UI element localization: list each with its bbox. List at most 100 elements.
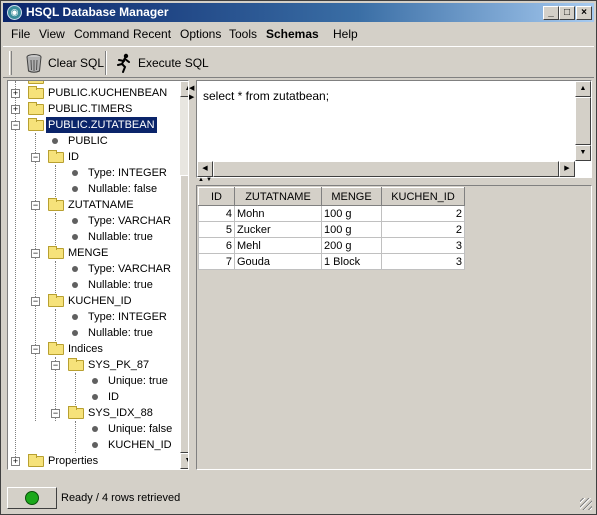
scroll-right-arrow-icon[interactable]: ▶ <box>559 161 575 177</box>
column-header[interactable]: ID <box>198 187 235 206</box>
scroll-down-arrow-icon[interactable]: ▼ <box>575 145 591 161</box>
tree-vertical-scrollbar[interactable]: ▲ ▼ <box>180 81 188 469</box>
tree-row[interactable]: Type: INTEGER <box>8 309 178 325</box>
tree-row[interactable]: Nullable: true <box>8 229 178 245</box>
schema-tree[interactable]: + PUBLIC.KUCHENBEAN + PUBLIC.TIMERS − PU… <box>7 80 189 470</box>
table-cell[interactable]: 2 <box>381 221 465 238</box>
tree-row[interactable]: − SYS_PK_87 <box>8 357 178 373</box>
table-row[interactable]: 7 Gouda 1 Block 3 <box>198 253 465 270</box>
collapse-icon[interactable]: − <box>31 297 40 306</box>
table-cell[interactable]: 7 <box>198 253 235 270</box>
table-cell[interactable]: Mohn <box>234 205 322 222</box>
tree-row[interactable]: − MENGE <box>8 245 178 261</box>
maximize-button[interactable]: □ <box>559 6 575 20</box>
tree-row[interactable]: Type: VARCHAR <box>8 261 178 277</box>
tree-row[interactable]: Nullable: false <box>8 181 178 197</box>
clear-sql-button[interactable]: Clear SQL <box>19 50 110 76</box>
column-header[interactable]: KUCHEN_ID <box>381 187 465 206</box>
collapse-icon[interactable]: − <box>31 201 40 210</box>
leaf-bullet-icon <box>72 330 78 336</box>
tree-row[interactable]: − SYS_IDX_88 <box>8 405 178 421</box>
minimize-button[interactable]: _ <box>543 6 559 20</box>
splitter-arrow-down-icon[interactable]: ▼ <box>206 177 212 183</box>
horizontal-splitter[interactable]: ▲ ▼ <box>196 177 592 185</box>
table-row[interactable]: 5 Zucker 100 g 2 <box>198 221 465 238</box>
tree-row[interactable]: − KUCHEN_ID <box>8 293 178 309</box>
execute-sql-button[interactable]: Execute SQL <box>109 50 215 76</box>
table-cell[interactable]: 6 <box>198 237 235 254</box>
tree-row[interactable]: Unique: false <box>8 421 178 437</box>
table-row[interactable]: 6 Mehl 200 g 3 <box>198 237 465 254</box>
sql-editor[interactable]: select * from zutatbean; ▲ ▼ ◀ ▶ <box>196 80 592 178</box>
table-row[interactable]: 4 Mohn 100 g 2 <box>198 205 465 222</box>
menu-file[interactable]: File <box>11 27 30 41</box>
expand-icon[interactable]: + <box>11 89 20 98</box>
table-cell[interactable]: 100 g <box>321 205 382 222</box>
results-table[interactable]: ID ZUTATNAME MENGE KUCHEN_ID 4 Mohn 100 … <box>198 187 465 270</box>
scroll-thumb[interactable] <box>213 161 559 177</box>
status-indicator-button[interactable] <box>7 487 57 509</box>
tree-row[interactable]: ID <box>8 389 178 405</box>
tree-row[interactable]: − Indices <box>8 341 178 357</box>
table-cell[interactable]: 100 g <box>321 221 382 238</box>
table-cell[interactable]: 3 <box>381 253 465 270</box>
tree-row[interactable]: + PUBLIC.TIMERS <box>8 101 178 117</box>
menu-command[interactable]: Command <box>74 27 129 41</box>
resize-grip-icon[interactable] <box>580 498 592 510</box>
collapse-icon[interactable]: − <box>51 361 60 370</box>
expand-icon[interactable]: + <box>11 105 20 114</box>
vertical-splitter[interactable]: ◀ ▶ <box>189 80 195 470</box>
menu-options[interactable]: Options <box>180 27 221 41</box>
table-cell[interactable]: 2 <box>381 205 465 222</box>
tree-row[interactable]: Nullable: true <box>8 325 178 341</box>
scroll-up-arrow-icon[interactable]: ▲ <box>575 81 591 97</box>
menu-help[interactable]: Help <box>333 27 358 41</box>
scroll-thumb[interactable] <box>180 175 188 453</box>
table-cell[interactable]: 3 <box>381 237 465 254</box>
table-cell[interactable]: 200 g <box>321 237 382 254</box>
column-header[interactable]: ZUTATNAME <box>234 187 322 206</box>
table-cell[interactable]: 4 <box>198 205 235 222</box>
collapse-icon[interactable]: − <box>31 153 40 162</box>
tree-row[interactable]: Nullable: true <box>8 277 178 293</box>
tree-row[interactable]: − ID <box>8 149 178 165</box>
close-button[interactable]: × <box>576 6 592 20</box>
scroll-up-arrow-icon[interactable]: ▲ <box>180 81 188 97</box>
tree-row[interactable]: + PUBLIC.KUCHENBEAN <box>8 85 178 101</box>
table-cell[interactable]: Mehl <box>234 237 322 254</box>
scroll-thumb[interactable] <box>575 97 591 145</box>
tree-row[interactable]: − ZUTATNAME <box>8 197 178 213</box>
collapse-icon[interactable]: − <box>31 249 40 258</box>
sql-vertical-scrollbar[interactable]: ▲ ▼ <box>575 81 591 161</box>
expand-icon[interactable]: + <box>11 457 20 466</box>
sql-text[interactable]: select * from zutatbean; <box>203 89 329 103</box>
collapse-icon[interactable]: − <box>31 345 40 354</box>
tree-row[interactable]: Type: INTEGER <box>8 165 178 181</box>
column-header[interactable]: MENGE <box>321 187 382 206</box>
scroll-left-arrow-icon[interactable]: ◀ <box>197 161 213 177</box>
table-cell[interactable]: 1 Block <box>321 253 382 270</box>
title-bar[interactable]: ◉ HSQL Database Manager _ □ × <box>3 3 594 22</box>
tree-row[interactable]: KUCHEN_ID <box>8 437 178 453</box>
tree-row[interactable]: + Properties <box>8 453 178 469</box>
menu-recent[interactable]: Recent <box>133 27 171 41</box>
table-cell[interactable]: 5 <box>198 221 235 238</box>
splitter-arrow-right-icon[interactable]: ▶ <box>189 93 194 101</box>
menu-view[interactable]: View <box>39 27 65 41</box>
scroll-down-arrow-icon[interactable]: ▼ <box>180 453 188 469</box>
sql-horizontal-scrollbar[interactable]: ◀ ▶ <box>197 161 575 177</box>
menu-schemas[interactable]: Schemas <box>266 27 319 41</box>
collapse-icon[interactable]: − <box>11 121 20 130</box>
splitter-arrow-up-icon[interactable]: ▲ <box>198 177 204 183</box>
tree-row[interactable]: PUBLIC <box>8 133 178 149</box>
menu-bar: File View Command Recent Options Tools S… <box>3 24 594 44</box>
toolbar-grip[interactable] <box>9 51 12 75</box>
tree-row-selected[interactable]: − PUBLIC.ZUTATBEAN <box>8 116 178 134</box>
splitter-arrow-left-icon[interactable]: ◀ <box>189 84 194 92</box>
table-cell[interactable]: Gouda <box>234 253 322 270</box>
collapse-icon[interactable]: − <box>51 409 60 418</box>
tree-row[interactable]: Type: VARCHAR <box>8 213 178 229</box>
menu-tools[interactable]: Tools <box>229 27 257 41</box>
tree-row[interactable]: Unique: true <box>8 373 178 389</box>
table-cell[interactable]: Zucker <box>234 221 322 238</box>
